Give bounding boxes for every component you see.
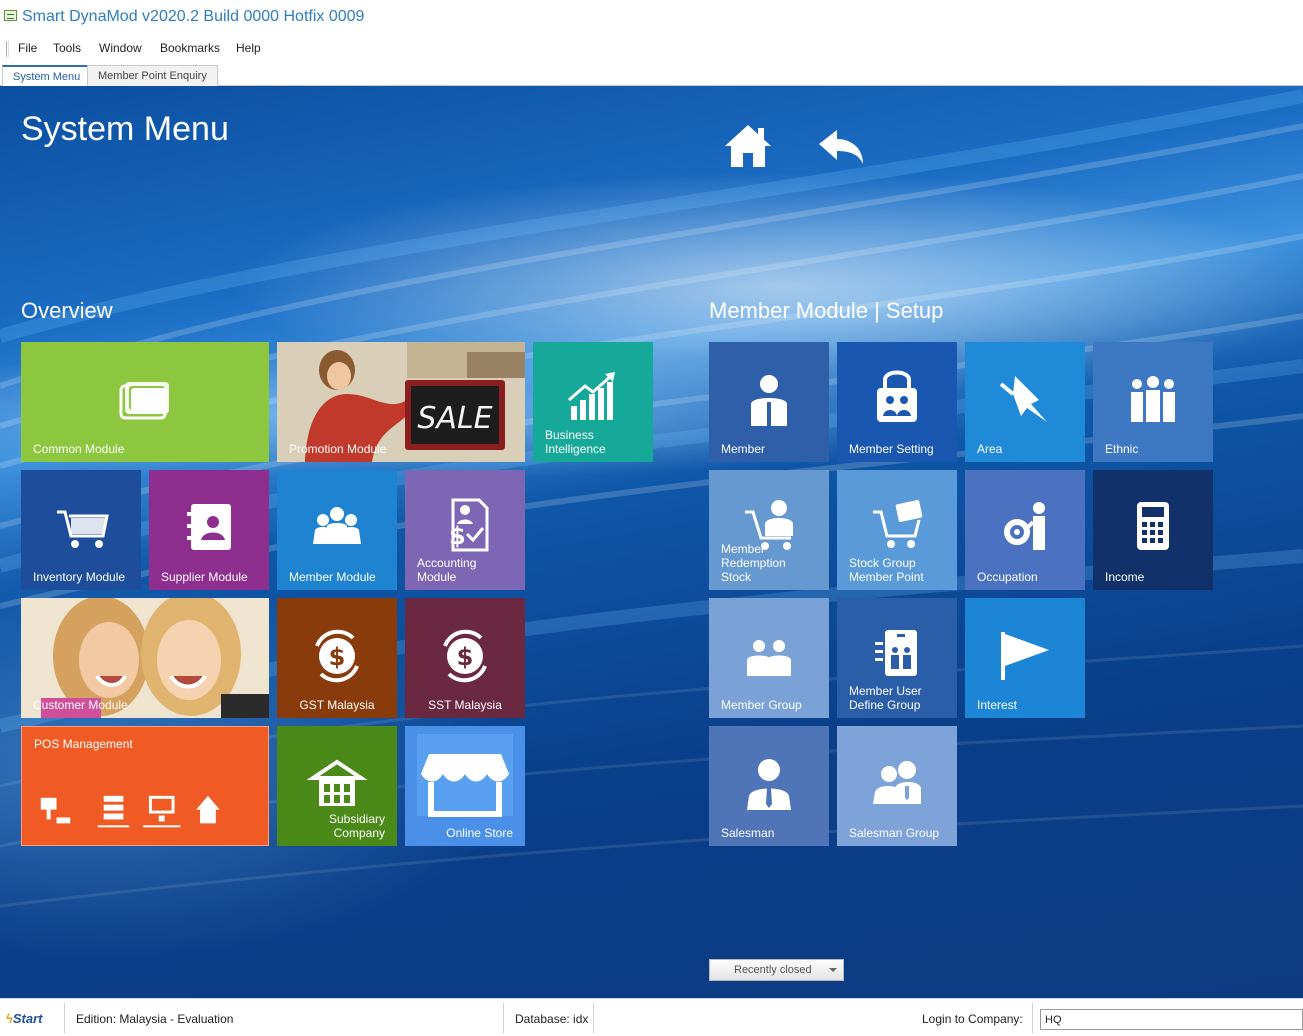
tile-label: Member User Define Group [849, 684, 922, 712]
page-title: System Menu [21, 110, 229, 148]
tile-promotion-module[interactable]: SALE Promotion Module [277, 342, 525, 462]
tile-label: Member Setting [849, 442, 934, 456]
tile-label: Member Module [289, 570, 376, 584]
bolt-icon: ϟ [6, 1011, 13, 1026]
recently-closed-label: Recently closed [734, 964, 812, 976]
home-icon[interactable] [722, 122, 774, 170]
tile-label: Member Group [721, 698, 802, 712]
tile-income[interactable]: Income [1093, 470, 1213, 590]
back-arrow-icon[interactable] [815, 124, 867, 172]
tile-label: Member [721, 442, 766, 456]
tile-area[interactable]: Area [965, 342, 1085, 462]
divider [64, 1003, 65, 1033]
tile-label: Supplier Module [161, 570, 248, 584]
window-title: Smart DynaMod v2020.2 Build 0000 Hotfix … [22, 8, 365, 25]
tile-stock-group-member-point[interactable]: Stock Group Member Point [837, 470, 957, 590]
tile-label: Online Store [446, 826, 513, 840]
tile-label: Income [1105, 570, 1145, 584]
menu-help[interactable]: Help [236, 41, 261, 55]
login-company-field[interactable] [1040, 1009, 1303, 1030]
tile-member[interactable]: Member [709, 342, 829, 462]
tile-label: Customer Module [33, 698, 128, 712]
start-button[interactable]: ϟStart [6, 1011, 43, 1026]
tile-label: Area [977, 442, 1003, 456]
tile-label: SST Malaysia [428, 698, 502, 712]
tile-label: Common Module [33, 442, 125, 456]
tile-label: Business Intelligence [545, 428, 606, 456]
tile-salesman[interactable]: Salesman [709, 726, 829, 846]
sale-text: SALE [417, 401, 492, 436]
tile-label: Promotion Module [289, 442, 387, 456]
tile-business-intelligence[interactable]: Business Intelligence [533, 342, 653, 462]
tile-label: GST Malaysia [299, 698, 375, 712]
menu-bar: File Tools Window Bookmarks Help [0, 36, 1303, 62]
tile-member-group[interactable]: Member Group [709, 598, 829, 718]
tab-member-point-enquiry[interactable]: Member Point Enquiry [87, 65, 218, 86]
tile-pos-management[interactable]: POS Management [21, 726, 269, 846]
tile-label: Ethnic [1105, 442, 1139, 456]
tile-member-redemption-stock[interactable]: Member Redemption Stock [709, 470, 829, 590]
menu-file[interactable]: File [18, 41, 37, 55]
tile-label: Salesman Group [849, 826, 940, 840]
app-icon [4, 10, 17, 21]
menu-tools[interactable]: Tools [53, 41, 81, 55]
tile-label: Stock Group Member Point [849, 556, 924, 584]
chevron-down-icon [829, 968, 837, 972]
tile-inventory-module[interactable]: Inventory Module [21, 470, 141, 590]
tile-gst-malaysia[interactable]: $ GST Malaysia [277, 598, 397, 718]
tile-customer-module[interactable]: Customer Module [21, 598, 269, 718]
tile-occupation[interactable]: Occupation [965, 470, 1085, 590]
system-menu-canvas: System Menu Overview Member Module | Set… [0, 86, 1303, 998]
tile-label: Interest [977, 698, 1018, 712]
tile-label: Accounting Module [417, 556, 477, 584]
status-bar: ϟStart Edition: Malaysia - Evaluation Da… [0, 998, 1303, 1036]
divider [503, 1003, 504, 1033]
divider [593, 1003, 594, 1033]
tile-member-user-define-group[interactable]: Member User Define Group [837, 598, 957, 718]
tile-label: Subsidiary Company [328, 812, 385, 840]
database-status: Database: idx [515, 1012, 589, 1026]
tile-label: Inventory Module [33, 570, 126, 584]
tile-ethnic[interactable]: Ethnic [1093, 342, 1213, 462]
tile-member-module[interactable]: Member Module [277, 470, 397, 590]
svg-text:$: $ [449, 522, 466, 550]
tile-interest[interactable]: Interest [965, 598, 1085, 718]
tile-salesman-group[interactable]: Salesman Group [837, 726, 957, 846]
divider [1032, 1003, 1033, 1033]
tile-common-module[interactable]: Common Module [21, 342, 269, 462]
tile-label: Occupation [977, 570, 1038, 584]
member-setup-heading: Member Module | Setup [709, 298, 944, 323]
tab-system-menu[interactable]: System Menu [2, 65, 92, 87]
title-bar: Smart DynaMod v2020.2 Build 0000 Hotfix … [0, 0, 1303, 36]
start-label: Start [12, 1011, 43, 1026]
menu-bookmarks[interactable]: Bookmarks [160, 41, 220, 55]
tile-sst-malaysia[interactable]: $ SST Malaysia [405, 598, 525, 718]
tile-label: Salesman [721, 826, 775, 840]
svg-text:$: $ [329, 643, 346, 671]
overview-heading: Overview [21, 298, 113, 323]
document-tabs: System Menu Member Point Enquiry [0, 62, 1303, 87]
menu-grip [6, 41, 9, 57]
tile-member-setting[interactable]: Member Setting [837, 342, 957, 462]
menu-window[interactable]: Window [99, 41, 142, 55]
tile-label: POS Management [34, 737, 133, 751]
sale-sign-text: SALE [417, 401, 492, 436]
edition-status: Edition: Malaysia - Evaluation [76, 1012, 234, 1026]
tile-supplier-module[interactable]: Supplier Module [149, 470, 269, 590]
recently-closed-dropdown[interactable]: Recently closed [709, 959, 844, 981]
tile-online-store[interactable]: Online Store [405, 726, 525, 846]
tile-subsidiary-company[interactable]: Subsidiary Company [277, 726, 397, 846]
login-company-label: Login to Company: [922, 1012, 1023, 1026]
tile-accounting-module[interactable]: $ Accounting Module [405, 470, 525, 590]
svg-text:$: $ [457, 643, 474, 671]
tile-label: Member Redemption Stock [721, 542, 786, 584]
